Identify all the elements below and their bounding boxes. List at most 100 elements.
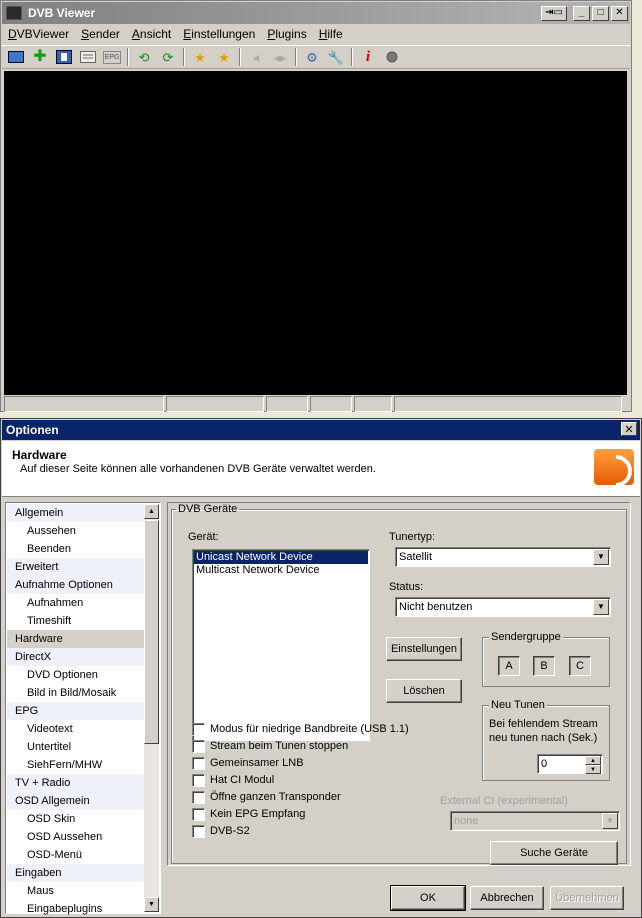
nav-item-osd-aussehen[interactable]: OSD Aussehen — [7, 828, 146, 846]
options-close-button[interactable]: ✕ — [621, 422, 637, 436]
volume-up-icon: ◂▸ — [273, 49, 287, 65]
menu-einstellungen[interactable]: Einstellungen — [183, 27, 255, 41]
record-icon[interactable] — [383, 48, 401, 66]
minimize-button[interactable]: _ — [573, 5, 590, 21]
checkbox-row[interactable]: DVB-S2 — [192, 824, 250, 838]
teletext-icon[interactable] — [55, 48, 73, 66]
toolbar: ✚ EPG ⟲ ⟳ ★ ★ ◂ ◂▸ ⚙ 🔧 i — [2, 45, 630, 69]
spin-down-icon[interactable]: ▼ — [585, 765, 601, 774]
tunertype-value: Satellit — [399, 551, 433, 563]
cancel-button[interactable]: Abbrechen — [470, 886, 544, 910]
nav-item-erweitert[interactable]: Erweitert — [7, 558, 146, 576]
nav-item-osd-menü[interactable]: OSD-Menü — [7, 846, 146, 864]
checkbox-row[interactable]: Stream beim Tunen stoppen — [192, 739, 348, 753]
nav-item-dvd-optionen[interactable]: DVD Optionen — [7, 666, 146, 684]
nav-scrollbar[interactable]: ▲ ▼ — [144, 504, 159, 912]
menu-ansicht[interactable]: Ansicht — [132, 27, 171, 41]
nav-item-osd-allgemein[interactable]: OSD Allgemein — [7, 792, 146, 810]
checkbox-row[interactable]: Öffne ganzen Transponder — [192, 790, 341, 804]
chevron-down-icon[interactable]: ▼ — [593, 549, 609, 565]
scroll-down-arrow-icon[interactable]: ▼ — [144, 897, 159, 912]
status-select[interactable]: Nicht benutzen ▼ — [395, 597, 611, 617]
video-area[interactable] — [4, 71, 627, 395]
nav-item-bild-in-bild-mosaik[interactable]: Bild in Bild/Mosaik — [7, 684, 146, 702]
nav-item-videotext[interactable]: Videotext — [7, 720, 146, 738]
nav-item-aufnahme-optionen[interactable]: Aufnahme Optionen — [7, 576, 146, 594]
menu-hilfe[interactable]: Hilfe — [319, 27, 343, 41]
device-item[interactable]: Unicast Network Device — [194, 551, 368, 564]
retune-seconds-stepper[interactable]: 0 ▲ ▼ — [537, 754, 603, 774]
delete-button[interactable]: Löschen — [386, 679, 462, 703]
nav-item-eingabeplugins[interactable]: Eingabeplugins — [7, 900, 146, 918]
tv-icon[interactable] — [7, 48, 25, 66]
nav-item-untertitel[interactable]: Untertitel — [7, 738, 146, 756]
settings-button[interactable]: Einstellungen — [386, 637, 462, 661]
favorites-back-icon[interactable]: ★ — [191, 48, 209, 66]
hardware-signal-icon — [594, 449, 634, 485]
search-devices-button[interactable]: Suche Geräte — [490, 841, 618, 865]
close-button[interactable]: ✕ — [611, 5, 628, 21]
ok-button[interactable]: OK — [390, 885, 466, 911]
nav-item-beenden[interactable]: Beenden — [7, 540, 146, 558]
tunertype-select[interactable]: Satellit ▼ — [395, 547, 611, 567]
nav-item-eingaben[interactable]: Eingaben — [7, 864, 146, 882]
device-item[interactable]: Multicast Network Device — [194, 564, 368, 577]
toolbar-separator — [183, 48, 185, 66]
checkbox-row[interactable]: Hat CI Modul — [192, 773, 274, 787]
checkbox-label: DVB-S2 — [210, 825, 250, 837]
group-a-button[interactable]: A — [498, 656, 520, 676]
wrench-icon[interactable]: 🔧 — [327, 48, 345, 66]
add-channel-icon[interactable]: ✚ — [31, 48, 49, 66]
checkbox[interactable] — [192, 739, 205, 753]
menu-sender[interactable]: Sender — [81, 27, 120, 41]
menu-plugins[interactable]: Plugins — [267, 27, 306, 41]
nav-item-osd-skin[interactable]: OSD Skin — [7, 810, 146, 828]
nav-item-timeshift[interactable]: Timeshift — [7, 612, 146, 630]
options-nav-list[interactable]: Allgemein Aussehen Beenden Erweitert Aufnahm… — [5, 502, 161, 915]
epg-icon[interactable]: EPG — [103, 50, 121, 64]
nav-item-directx[interactable]: DirectX — [7, 648, 146, 666]
chevron-down-icon[interactable]: ▼ — [593, 599, 609, 615]
checkbox-row[interactable]: Kein EPG Empfang — [192, 807, 305, 821]
nav-item-epg[interactable]: EPG — [7, 702, 146, 720]
device-listbox[interactable]: Unicast Network Device Multicast Network… — [192, 549, 370, 741]
nav-item-hardware[interactable]: Hardware — [7, 630, 146, 648]
checkbox[interactable] — [192, 790, 205, 804]
checkbox-label: Modus für niedrige Bandbreite (USB 1.1) — [210, 723, 409, 735]
checkbox[interactable] — [192, 807, 205, 821]
spin-up-icon[interactable]: ▲ — [585, 756, 601, 765]
group-c-button[interactable]: C — [569, 656, 591, 676]
options-icon[interactable]: ⚙ — [303, 48, 321, 66]
next-channel-icon[interactable]: ⟳ — [159, 48, 177, 66]
maximize-button[interactable]: □ — [592, 5, 609, 21]
options-titlebar[interactable]: Optionen ✕ — [2, 420, 640, 440]
device-label: Gerät: — [188, 531, 219, 543]
checkbox-row[interactable]: Gemeinsamer LNB — [192, 756, 304, 770]
nav-item-maus[interactable]: Maus — [7, 882, 146, 900]
checkbox-row[interactable]: Modus für niedrige Bandbreite (USB 1.1) — [192, 722, 409, 736]
nav-item-aussehen[interactable]: Aussehen — [7, 522, 146, 540]
hardware-panel: DVB Geräte Gerät: Unicast Network Device… — [167, 502, 631, 866]
nav-item-aufnahmen[interactable]: Aufnahmen — [7, 594, 146, 612]
checkbox[interactable] — [192, 756, 205, 770]
group-b-button[interactable]: B — [533, 656, 555, 676]
nav-item-tv-radio[interactable]: TV + Radio — [7, 774, 146, 792]
scroll-thumb[interactable] — [144, 520, 159, 744]
options-title: Optionen — [6, 423, 59, 437]
viewer-titlebar[interactable]: DVB Viewer ⇥▭ _ □ ✕ — [2, 2, 630, 24]
nav-item-allgemein[interactable]: Allgemein — [7, 504, 146, 522]
nav-item-siehfern-mhw[interactable]: SiehFern/MHW — [7, 756, 146, 774]
previous-channel-icon[interactable]: ⟲ — [135, 48, 153, 66]
checkbox[interactable] — [192, 773, 205, 787]
osd-icon[interactable] — [79, 48, 97, 66]
checkbox[interactable] — [192, 722, 205, 736]
neu-tunen-text-line2: neu tunen nach (Sek.) — [489, 732, 598, 744]
favorites-forward-icon[interactable]: ★ — [215, 48, 233, 66]
checkbox-label: Hat CI Modul — [210, 774, 275, 786]
menu-dvbviewer[interactable]: DVBViewer — [8, 27, 69, 41]
fullscreen-button[interactable]: ⇥▭ — [541, 5, 567, 21]
info-icon[interactable]: i — [359, 48, 377, 66]
checkbox[interactable] — [192, 824, 205, 838]
dvb-devices-legend: DVB Geräte — [178, 503, 238, 515]
scroll-up-arrow-icon[interactable]: ▲ — [144, 504, 159, 519]
